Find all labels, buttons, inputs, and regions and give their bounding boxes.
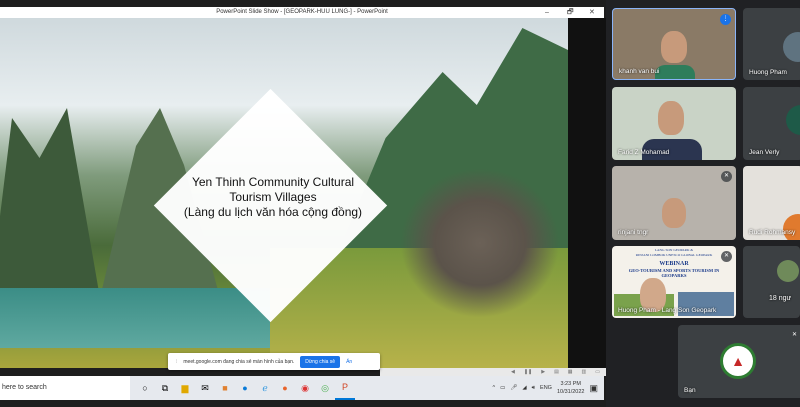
participant-tile[interactable]: Farid Z Mohamad xyxy=(612,87,736,160)
taskbar: here to search ○ ⧉ ▆ ✉ ■ ● ℯ ● ◉ ◎ P ^ ▭… xyxy=(0,376,604,400)
cortana-icon[interactable]: ○ xyxy=(135,376,155,400)
slideshow-icon[interactable]: ▭ xyxy=(595,368,600,376)
ie-icon[interactable]: ℯ xyxy=(255,376,275,400)
mountain-left xyxy=(0,108,100,298)
slide-title-line: Yen Thinh Community Cultural xyxy=(191,175,355,189)
mic-off-icon: ✕ xyxy=(721,171,732,182)
participant-name: Huong Pham xyxy=(749,69,787,76)
system-tray: ^ ▭ 🎤︎ ◢ 🔊︎ ENG 3:23 PM 10/31/2022 ▣ xyxy=(493,380,604,396)
participant-tile[interactable]: ✕ rinjani tngr xyxy=(612,166,736,240)
date: 10/31/2022 xyxy=(556,389,585,395)
share-banner-text: meet.google.com đang chia sẻ màn hình củ… xyxy=(183,358,295,365)
chevron-up-icon[interactable]: ^ xyxy=(493,385,496,391)
powerpoint-titlebar: PowerPoint Slide Show - [GEOPARK-HUU LUN… xyxy=(0,7,604,18)
participant-name: Rudi Rohmansy xyxy=(749,229,796,236)
participant-video xyxy=(658,101,684,135)
language-indicator[interactable]: ENG xyxy=(540,385,552,391)
mail-icon[interactable]: ✉ xyxy=(195,376,215,400)
coccoc-icon[interactable]: ◎ xyxy=(315,376,335,400)
webinar-text: RINJANI LOMBOK UNESCO GLOBAL GEOPARK xyxy=(635,253,713,257)
minimize-button[interactable]: – xyxy=(545,7,549,18)
task-view-icon[interactable]: ⧉ xyxy=(155,376,175,400)
avatar xyxy=(783,32,800,62)
slide-title-line: Tourism Villages xyxy=(229,190,317,204)
slideshow-controls: ◀ ❚❚ ▶ ▤ ▦ ▥ ▭ xyxy=(380,368,606,376)
volume-icon[interactable]: 🔊︎ xyxy=(532,385,535,392)
self-tile[interactable]: ▲ ✕ Bạn xyxy=(678,325,800,398)
avatar xyxy=(777,260,799,282)
close-button[interactable]: ✕ xyxy=(589,7,595,18)
time: 3:23 PM xyxy=(560,381,581,387)
participant-tile[interactable]: LANG SON GEOPARK & RINJANI LOMBOK UNESCO… xyxy=(612,246,736,318)
normal-view-icon[interactable]: ▤ xyxy=(554,368,559,376)
avatar xyxy=(786,105,800,135)
participant-name: Farid Z Mohamad xyxy=(618,149,670,156)
screen-share-area: PowerPoint Slide Show - [GEOPARK-HUU LUN… xyxy=(0,0,606,407)
share-banner: ⁞ meet.google.com đang chia sẻ màn hình … xyxy=(168,353,380,370)
sorter-icon[interactable]: ▦ xyxy=(568,368,573,376)
participant-count[interactable]: 18 ngư xyxy=(769,295,791,302)
reading-view-icon[interactable]: ▥ xyxy=(582,368,587,376)
slide: Yen Thinh Community Cultural Tourism Vil… xyxy=(0,18,568,368)
slide-title: Yen Thinh Community Cultural Tourism Vil… xyxy=(158,175,388,220)
drag-handle-icon[interactable]: ⁞ xyxy=(176,359,177,365)
participant-name: Huong Pham - Lang Son Geopark xyxy=(618,307,717,314)
participant-tile[interactable]: ⋮ khanh van bui xyxy=(612,8,736,80)
media-icon[interactable]: ■ xyxy=(215,376,235,400)
taskbar-search[interactable]: here to search xyxy=(0,376,130,400)
speaking-icon: ⋮ xyxy=(720,14,731,25)
pause-icon[interactable]: ❚❚ xyxy=(524,368,532,376)
notification-icon[interactable]: ▣ xyxy=(589,383,598,394)
firefox-icon[interactable]: ● xyxy=(275,376,295,400)
slide-title-line: (Làng du lịch văn hóa cộng đồng) xyxy=(183,205,363,219)
webinar-text: WEBINAR xyxy=(659,261,689,267)
mic-off-icon: ✕ xyxy=(721,251,732,262)
hide-button[interactable]: Ẩn xyxy=(346,359,352,365)
participant-name: Jean Verly xyxy=(749,149,780,156)
file-explorer-icon[interactable]: ▆ xyxy=(175,376,195,400)
network-icon[interactable]: ◢ xyxy=(522,385,526,391)
restore-button[interactable]: 🗗 xyxy=(567,7,574,18)
mic-off-icon: ✕ xyxy=(789,330,800,341)
battery-icon[interactable]: ▭ xyxy=(500,385,505,391)
prev-icon[interactable]: ◀ xyxy=(511,368,515,376)
participant-name: rinjani tngr xyxy=(618,229,649,236)
buffalo-herd xyxy=(400,168,560,318)
next-icon[interactable]: ▶ xyxy=(541,368,545,376)
participant-tile[interactable]: 18 ngư xyxy=(743,246,800,318)
clock[interactable]: 3:23 PM 10/31/2022 xyxy=(557,380,585,396)
microphone-icon[interactable]: 🎤︎ xyxy=(510,385,517,391)
edge-icon[interactable]: ● xyxy=(235,376,255,400)
letterbox xyxy=(568,18,606,368)
participant-name: Bạn xyxy=(684,387,696,394)
window-title: PowerPoint Slide Show - [GEOPARK-HUU LUN… xyxy=(216,9,388,15)
geopark-logo: ▲ xyxy=(720,343,756,379)
participant-tile[interactable]: Jean Verly xyxy=(743,87,800,160)
participant-tile[interactable]: Rudi Rohmansy xyxy=(743,166,800,240)
webinar-text: GEOPARKS xyxy=(661,273,687,278)
stop-sharing-button[interactable]: Dừng chia sẻ xyxy=(300,355,341,368)
participant-name: khanh van bui xyxy=(619,68,660,75)
participant-video xyxy=(661,31,687,63)
participant-video xyxy=(662,198,686,228)
chrome-icon[interactable]: ◉ xyxy=(295,376,315,400)
powerpoint-icon[interactable]: P xyxy=(335,376,355,400)
participant-tile[interactable]: Huong Pham xyxy=(743,8,800,80)
